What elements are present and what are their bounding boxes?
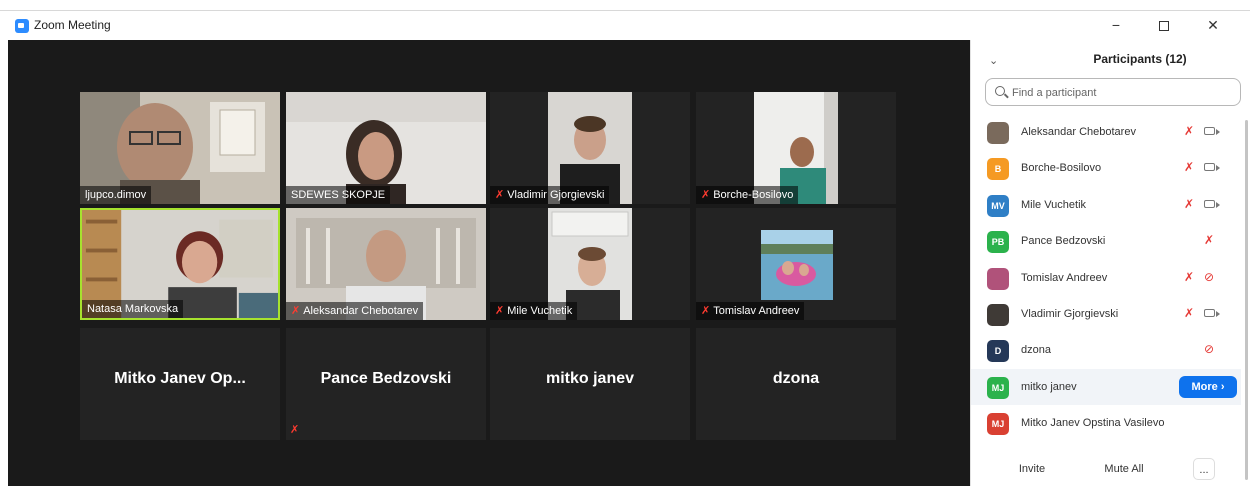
camera-off-icon: ⊘ [1204, 342, 1215, 357]
title-bar: Zoom Meeting − ✕ [0, 10, 1250, 40]
more-button[interactable]: More › [1179, 375, 1237, 398]
avatar [987, 267, 1009, 290]
avatar: MJ [987, 413, 1009, 436]
participant-row[interactable]: MJ mitko janev More › [971, 368, 1241, 406]
participant-row[interactable]: MJ Mitko Janev Opstina Vasilevo [971, 405, 1241, 441]
participant-search [985, 78, 1241, 106]
participant-row[interactable]: MV Mile Vuchetik ✗ [971, 187, 1241, 223]
participant-name-tag: ✗ Mile Vuchetik [490, 302, 578, 320]
avatar: MJ [987, 376, 1009, 399]
muted-mic-icon: ✗ [701, 189, 711, 201]
participant-name: Tomislav Andreev [1021, 271, 1108, 284]
participant-name: Mile Vuchetik [1021, 198, 1087, 211]
muted-mic-icon[interactable]: ✗ [1204, 233, 1214, 247]
participant-name: ljupco.dimov [85, 189, 147, 201]
participant-name: Natasa Markovska [87, 303, 179, 315]
search-input[interactable] [1012, 83, 1232, 103]
video-tile-active-speaker[interactable]: Natasa Markovska [80, 208, 280, 320]
participant-row[interactable]: PB Pance Bedzovski ✗ [971, 223, 1241, 259]
video-tile[interactable]: ✗ Borche-Bosilovo [696, 92, 896, 204]
muted-mic-icon: ✗ [495, 189, 505, 201]
avatar [987, 303, 1009, 326]
muted-mic-icon: ✗ [495, 305, 505, 317]
participant-name: Pance Bedzovski [1021, 235, 1106, 248]
search-icon [995, 86, 1005, 96]
zoom-window: Zoom Meeting − ✕ ljupco.dimov SDEWES SKO… [0, 0, 1250, 486]
mute-all-button[interactable]: Mute All [1094, 458, 1154, 480]
participant-name-tag: ✗ Vladimir Gjorgievski [490, 186, 610, 204]
window-title: Zoom Meeting [34, 18, 111, 32]
participant-name: Mile Vuchetik [507, 305, 573, 317]
video-tile[interactable]: ljupco.dimov [80, 92, 280, 204]
participant-name: Borche-Bosilovo [1021, 162, 1102, 175]
video-tile[interactable]: ✗ Vladimir Gjorgievski [490, 92, 690, 204]
participant-name: Aleksandar Chebotarev [303, 305, 419, 317]
muted-mic-icon: ✗ [701, 305, 711, 317]
close-button[interactable]: ✕ [1197, 14, 1229, 36]
video-tile-no-video[interactable]: Mitko Janev Op... [80, 328, 280, 440]
participant-name: Aleksandar Chebotarev [1021, 126, 1136, 138]
participant-name: Pance Bedzovski [320, 370, 452, 387]
participant-name-tag: SDEWES SKOPJE [286, 186, 391, 204]
participant-name: mitko janev [1021, 380, 1077, 393]
participant-list-scrollbar[interactable] [1245, 120, 1248, 480]
minimize-button[interactable]: − [1100, 14, 1132, 36]
participant-list: Aleksandar Chebotarev ✗ B Borche-Bosilov… [971, 114, 1241, 442]
video-tile[interactable]: ✗ Tomislav Andreev [696, 208, 896, 320]
participant-name-tag: ✗ Aleksandar Chebotarev [286, 302, 424, 320]
muted-mic-icon[interactable]: ✗ [1184, 160, 1194, 174]
participant-row[interactable]: B Borche-Bosilovo ✗ [971, 150, 1241, 186]
maximize-icon [1159, 21, 1169, 32]
participant-name: mitko janev [545, 370, 635, 387]
participant-name: Mitko Janev Op... [114, 370, 246, 387]
avatar: MV [987, 194, 1009, 217]
camera-icon [1204, 127, 1220, 135]
invite-button[interactable]: Invite [1009, 458, 1055, 480]
participant-name: Borche-Bosilovo [713, 189, 794, 201]
more-options-button[interactable]: ... [1193, 458, 1215, 480]
participant-name-tag: ljupco.dimov [80, 186, 152, 204]
participant-name: Tomislav Andreev [713, 305, 800, 317]
participant-name: dzona [1021, 344, 1051, 357]
participant-name-tag: Natasa Markovska [82, 300, 184, 318]
video-tile-no-video[interactable]: mitko janev [490, 328, 690, 440]
muted-mic-icon: ✗ [290, 424, 300, 436]
avatar: PB [987, 231, 1009, 254]
video-tile[interactable]: ✗ Mile Vuchetik [490, 208, 690, 320]
participants-title: Participants (12) [1093, 52, 1187, 66]
participant-row[interactable]: D dzona ⊘ [971, 332, 1241, 368]
video-tile-no-video[interactable]: dzona [696, 328, 896, 440]
video-tile[interactable]: SDEWES SKOPJE [286, 92, 486, 204]
camera-off-icon: ⊘ [1204, 269, 1215, 284]
avatar: D [987, 340, 1009, 363]
muted-mic-icon: ✗ [291, 305, 301, 317]
muted-mic-icon[interactable]: ✗ [1184, 197, 1194, 211]
participant-name: Mitko Janev Opstina Vasilevo [1021, 417, 1165, 430]
camera-icon [1204, 163, 1220, 172]
participant-name: SDEWES SKOPJE [291, 189, 386, 201]
muted-mic-icon[interactable]: ✗ [1184, 124, 1194, 138]
muted-mic-icon[interactable]: ✗ [1184, 270, 1194, 284]
maximize-button[interactable] [1148, 14, 1180, 36]
participant-row[interactable]: Aleksandar Chebotarev ✗ [971, 114, 1241, 150]
camera-icon [1204, 308, 1220, 317]
camera-icon [1204, 199, 1220, 208]
participants-panel: ⌄ Participants (12) Aleksandar Chebotare… [970, 40, 1250, 486]
participant-name: Vladimir Gjorgievski [1021, 307, 1119, 320]
video-tile[interactable]: ✗ Aleksandar Chebotarev [286, 208, 486, 320]
participant-row[interactable]: Tomislav Andreev ✗ ⊘ [971, 260, 1241, 296]
participant-row[interactable]: Vladimir Gjorgievski ✗ [971, 296, 1241, 332]
avatar: B [987, 158, 1009, 181]
participant-name-tag: ✗ Borche-Bosilovo [696, 186, 799, 204]
participant-name-tag: ✗ Tomislav Andreev [696, 302, 805, 320]
participant-name: Vladimir Gjorgievski [507, 189, 605, 201]
participant-name: dzona [772, 370, 820, 387]
muted-mic-icon[interactable]: ✗ [1184, 306, 1194, 320]
zoom-app-icon [15, 19, 29, 33]
video-tile-no-video[interactable]: Pance Bedzovski ✗ [286, 328, 486, 440]
video-gallery: ljupco.dimov SDEWES SKOPJE ✗ Vladimir Gjo… [8, 40, 970, 486]
avatar [987, 122, 1009, 144]
